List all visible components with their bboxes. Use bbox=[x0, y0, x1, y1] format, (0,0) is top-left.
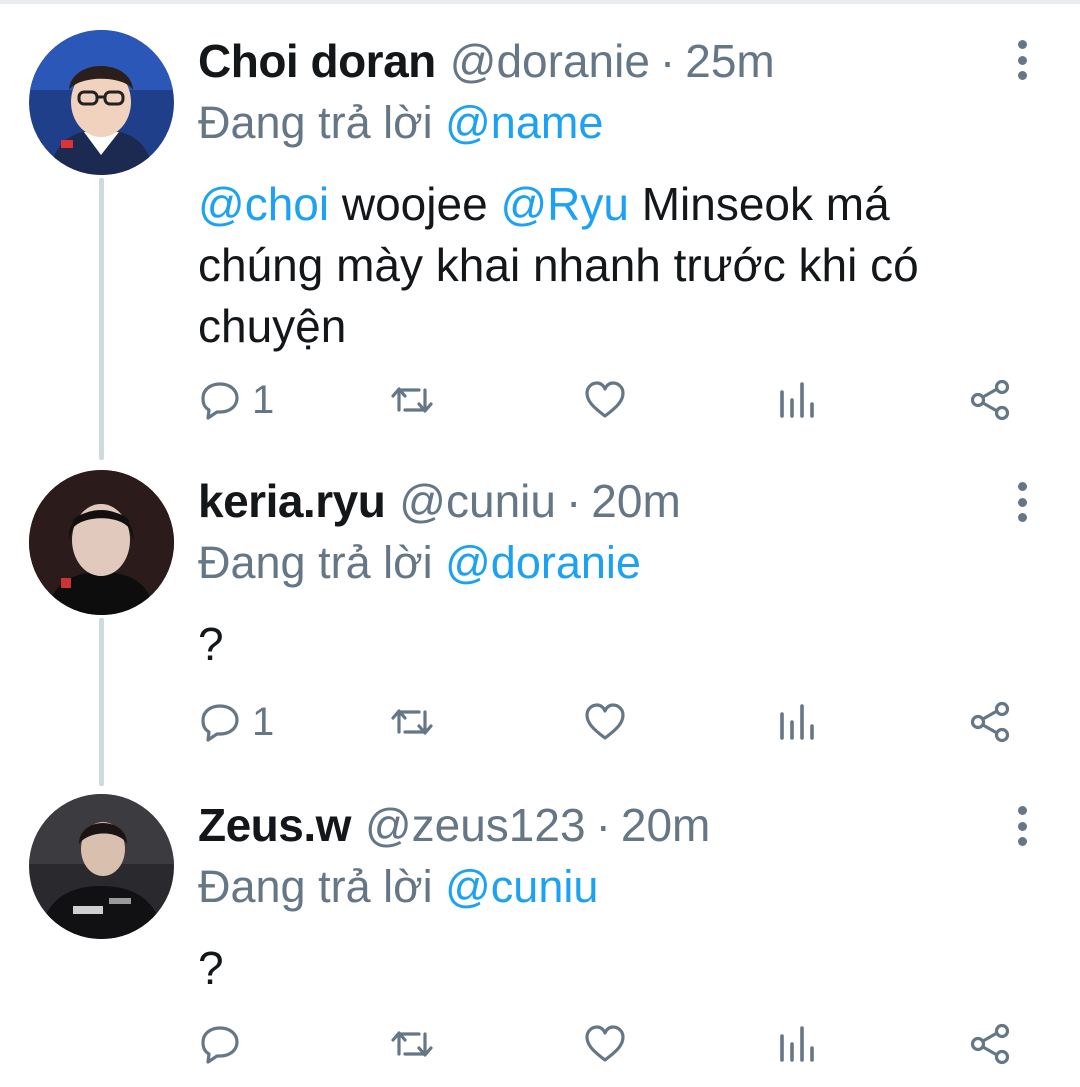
thread-connector-line bbox=[99, 178, 104, 460]
replying-mention-link[interactable]: @cuniu bbox=[445, 861, 598, 912]
heart-icon bbox=[585, 381, 625, 418]
reply-count: 1 bbox=[252, 700, 275, 744]
tweet-text: ? bbox=[198, 942, 224, 994]
tweet-text: ? bbox=[198, 618, 224, 670]
more-vertical-icon[interactable] bbox=[1010, 806, 1034, 846]
user-handle[interactable]: @doranie bbox=[450, 30, 650, 92]
tweet-header: keria.ryu @cuniu · 20m bbox=[198, 470, 998, 532]
analytics-icon bbox=[780, 704, 814, 740]
avatar[interactable] bbox=[29, 470, 174, 615]
more-vertical-icon[interactable] bbox=[1010, 40, 1034, 80]
tweet-header: Zeus.w @zeus123 · 20m bbox=[198, 794, 998, 856]
retweet-icon bbox=[391, 709, 433, 735]
replying-prefix: Đang trả lời bbox=[198, 537, 433, 588]
share-icon bbox=[970, 379, 1010, 421]
display-name[interactable]: keria.ryu bbox=[198, 470, 386, 532]
retweet-icon bbox=[391, 387, 433, 413]
reply-button[interactable] bbox=[198, 1018, 252, 1070]
retweet-icon bbox=[391, 1031, 433, 1057]
text-segment: woojee bbox=[329, 178, 501, 230]
retweet-button[interactable] bbox=[388, 374, 436, 426]
reply-button[interactable]: 1 bbox=[198, 374, 274, 426]
mention-link[interactable]: @choi bbox=[198, 178, 329, 230]
top-divider bbox=[0, 0, 1080, 4]
heart-icon bbox=[585, 703, 625, 740]
avatar-image bbox=[29, 794, 174, 939]
reply-icon bbox=[201, 1026, 239, 1064]
replying-to: Đang trả lời @name bbox=[198, 92, 998, 154]
avatar-image bbox=[29, 470, 174, 615]
share-button[interactable] bbox=[968, 696, 1012, 748]
retweet-button[interactable] bbox=[388, 1018, 436, 1070]
timestamp[interactable]: 20m bbox=[591, 470, 680, 532]
tweet-header: Choi doran @doranie · 25m bbox=[198, 30, 998, 92]
retweet-button[interactable] bbox=[388, 696, 436, 748]
display-name[interactable]: Zeus.w bbox=[198, 794, 351, 856]
like-button[interactable] bbox=[583, 1018, 627, 1070]
replying-to: Đang trả lời @doranie bbox=[198, 532, 998, 594]
views-button[interactable] bbox=[778, 374, 818, 426]
tweet-actions: 1 bbox=[198, 696, 1028, 748]
user-handle[interactable]: @cuniu bbox=[399, 470, 556, 532]
analytics-icon bbox=[780, 1026, 814, 1062]
reply-icon bbox=[201, 382, 239, 420]
reply-count: 1 bbox=[252, 378, 275, 422]
share-icon bbox=[970, 701, 1010, 743]
tweet-actions bbox=[198, 1018, 1028, 1070]
views-button[interactable] bbox=[778, 1018, 818, 1070]
replying-mention-link[interactable]: @name bbox=[445, 97, 603, 148]
share-button[interactable] bbox=[968, 1018, 1012, 1070]
more-vertical-icon[interactable] bbox=[1010, 482, 1034, 522]
user-handle[interactable]: @zeus123 bbox=[365, 794, 586, 856]
avatar[interactable] bbox=[29, 794, 174, 939]
analytics-icon bbox=[780, 382, 814, 418]
thread-connector-line bbox=[99, 618, 104, 786]
replying-prefix: Đang trả lời bbox=[198, 97, 433, 148]
replying-prefix: Đang trả lời bbox=[198, 861, 433, 912]
mention-link[interactable]: @Ryu bbox=[500, 178, 629, 230]
share-button[interactable] bbox=[968, 374, 1012, 426]
replying-to: Đang trả lời @cuniu bbox=[198, 856, 998, 918]
reply-icon bbox=[201, 704, 239, 742]
separator-dot: · bbox=[565, 475, 582, 527]
separator-dot: · bbox=[659, 35, 676, 87]
views-button[interactable] bbox=[778, 696, 818, 748]
share-icon bbox=[970, 1023, 1010, 1065]
like-button[interactable] bbox=[583, 374, 627, 426]
tweet-text: @choi woojee @Ryu Minseok má chúng mày k… bbox=[198, 174, 1008, 357]
separator-dot: · bbox=[595, 799, 611, 851]
timestamp[interactable]: 25m bbox=[685, 30, 774, 92]
reply-button[interactable]: 1 bbox=[198, 696, 274, 748]
avatar[interactable] bbox=[29, 30, 174, 175]
display-name[interactable]: Choi doran bbox=[198, 30, 436, 92]
avatar-image bbox=[29, 30, 174, 175]
tweet-actions: 1 bbox=[198, 374, 1028, 426]
heart-icon bbox=[585, 1025, 625, 1062]
like-button[interactable] bbox=[583, 696, 627, 748]
timestamp[interactable]: 20m bbox=[621, 794, 710, 856]
replying-mention-link[interactable]: @doranie bbox=[445, 537, 641, 588]
